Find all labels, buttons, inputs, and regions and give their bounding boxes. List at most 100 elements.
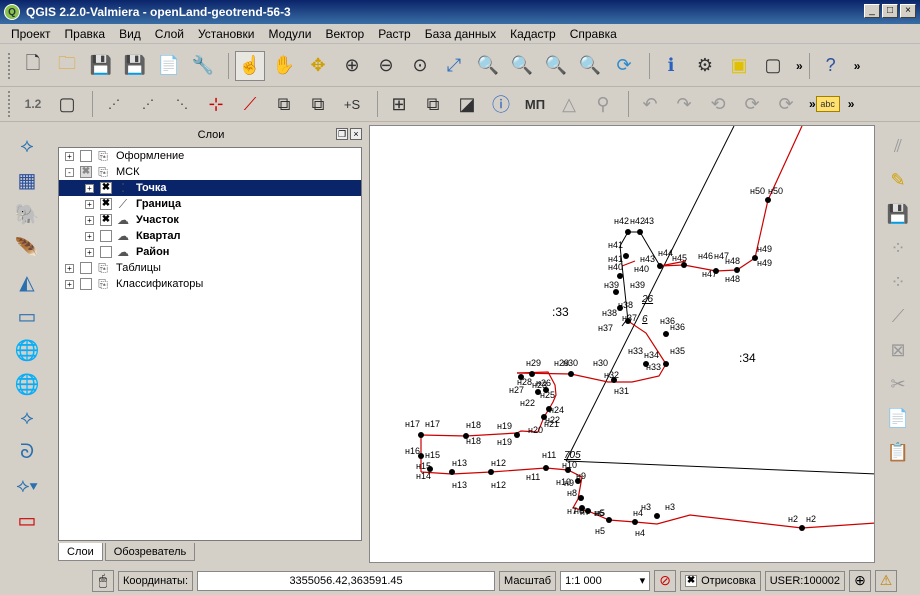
layer-visibility-checkbox[interactable]: [100, 246, 112, 258]
save-edits-icon[interactable]: 💾: [883, 199, 913, 229]
add-oracle-layer-icon[interactable]: ▭: [10, 301, 44, 331]
paste-features-icon[interactable]: 📋: [883, 437, 913, 467]
redo-icon[interactable]: ↷: [669, 89, 699, 119]
add-spatialite-layer-icon[interactable]: 🪶: [10, 233, 44, 263]
menu-plugins[interactable]: Модули: [261, 27, 318, 41]
coordinates-value[interactable]: 3355056.42,363591.45: [197, 570, 496, 591]
node-tool-right-icon[interactable]: ⟋: [883, 301, 913, 331]
layer-visibility-checkbox[interactable]: [80, 278, 92, 290]
move-feature-icon[interactable]: ⁘: [883, 267, 913, 297]
toolbar-grip-2[interactable]: [8, 91, 12, 117]
expand-toggle-icon[interactable]: -: [65, 167, 74, 177]
expand-toggle-icon[interactable]: +: [65, 151, 74, 161]
move-icon[interactable]: ⧉: [269, 89, 299, 119]
expand-toggle-icon[interactable]: +: [85, 215, 94, 225]
layer-visibility-checkbox[interactable]: ✖: [100, 182, 112, 194]
pan-map-icon[interactable]: ✋: [269, 51, 299, 81]
scale-lock-icon[interactable]: ⊘: [654, 569, 677, 592]
float-panel-icon[interactable]: ❐: [336, 128, 348, 140]
pan-to-selection-icon[interactable]: ✥: [303, 51, 333, 81]
label-abc-icon[interactable]: abc: [815, 96, 840, 112]
add-feature-icon[interactable]: ⁘: [883, 233, 913, 263]
mp-tool-icon[interactable]: МП: [520, 89, 550, 119]
layer-tree-item[interactable]: + ✖ ⟋ Граница: [59, 196, 361, 212]
renumber-points-icon[interactable]: ⋰: [133, 89, 163, 119]
maximize-button[interactable]: □: [882, 4, 898, 18]
zoom-out-icon[interactable]: ⊖: [371, 51, 401, 81]
render-checkbox[interactable]: ✖: [685, 574, 698, 587]
layer-visibility-checkbox[interactable]: ✖: [100, 214, 112, 226]
layer-visibility-checkbox[interactable]: [80, 262, 92, 274]
expand-toggle-icon[interactable]: +: [65, 263, 74, 273]
zoom-to-layer-icon[interactable]: 🔍: [507, 51, 537, 81]
expand-toggle-icon[interactable]: +: [85, 183, 94, 193]
digitize-icon[interactable]: ⫽: [883, 131, 913, 161]
expand-toggle-icon[interactable]: +: [85, 231, 94, 241]
menu-cadastre[interactable]: Кадастр: [503, 27, 563, 41]
messages-warning-icon[interactable]: ⚠: [875, 569, 898, 592]
layer-tree-item[interactable]: - ✖ ⎘ МСК: [59, 164, 361, 180]
split-icon[interactable]: ⧉: [418, 89, 448, 119]
toolbar2-more-icon[interactable]: »: [809, 97, 816, 111]
add-wfs-layer-icon[interactable]: ⟡: [10, 403, 44, 433]
scale-tool-icon[interactable]: 1.2: [18, 89, 48, 119]
menu-vector[interactable]: Вектор: [318, 27, 371, 41]
add-postgis-layer-icon[interactable]: 🐘: [10, 199, 44, 229]
add-line-icon[interactable]: ⟋: [235, 89, 265, 119]
layer-visibility-checkbox[interactable]: ✖: [80, 166, 92, 178]
menu-settings[interactable]: Установки: [191, 27, 261, 41]
remove-layer-icon[interactable]: ▭: [10, 505, 44, 535]
expand-toggle-icon[interactable]: +: [65, 279, 74, 289]
add-wcs-layer-icon[interactable]: 🌐: [10, 369, 44, 399]
menu-edit[interactable]: Правка: [58, 27, 113, 41]
zoom-native-icon[interactable]: ⊙: [405, 51, 435, 81]
zoom-last-icon[interactable]: 🔍: [541, 51, 571, 81]
layer-visibility-checkbox[interactable]: [80, 150, 92, 162]
menu-database[interactable]: База данных: [418, 27, 503, 41]
close-panel-icon[interactable]: ×: [350, 128, 362, 140]
filter-icon[interactable]: ⚲: [588, 89, 618, 119]
copy-icon[interactable]: ⧉: [303, 89, 333, 119]
number-points-icon[interactable]: ⋰: [99, 89, 129, 119]
add-ring-icon[interactable]: ⊞: [384, 89, 414, 119]
add-point-icon[interactable]: ⊹: [201, 89, 231, 119]
zoom-in-icon[interactable]: ⊕: [337, 51, 367, 81]
add-wms-layer-icon[interactable]: 🌐: [10, 335, 44, 365]
rotate-icon[interactable]: ⟲: [703, 89, 733, 119]
expand-toggle-icon[interactable]: +: [85, 199, 94, 209]
menu-view[interactable]: Вид: [112, 27, 148, 41]
menu-help[interactable]: Справка: [563, 27, 624, 41]
simplify-icon[interactable]: ⟳: [737, 89, 767, 119]
coordinate-mode-icon[interactable]: 🖱: [92, 569, 114, 592]
new-print-composer-icon[interactable]: 📄: [154, 51, 184, 81]
delete-selected-icon[interactable]: ⊠: [883, 335, 913, 365]
toolbar-more-icon[interactable]: »: [796, 59, 803, 73]
add-delimited-text-icon[interactable]: ᘐ: [10, 437, 44, 467]
layer-tree-item[interactable]: + ✖ ☁ Участок: [59, 212, 361, 228]
layer-tree-item[interactable]: + ⎘ Таблицы: [59, 260, 361, 276]
menu-layer[interactable]: Слой: [148, 27, 191, 41]
minimize-button[interactable]: _: [864, 4, 880, 18]
layer-tree-item[interactable]: + ✖ ⁚ Точка: [59, 180, 361, 196]
scale-combobox[interactable]: 1:1 000 ▾: [560, 570, 651, 591]
zoom-full-icon[interactable]: ⤢: [439, 51, 469, 81]
toolbar-grip[interactable]: [8, 52, 12, 79]
save-project-icon[interactable]: 💾: [86, 51, 116, 81]
crs-status-icon[interactable]: ⊕: [849, 569, 872, 592]
layer-tree-item[interactable]: + ⎘ Классификаторы: [59, 276, 361, 292]
node-tool-icon[interactable]: △: [554, 89, 584, 119]
info-icon[interactable]: ⓘ: [486, 89, 516, 119]
tab-layers[interactable]: Слои: [58, 543, 103, 561]
add-raster-layer-icon[interactable]: ▦: [10, 165, 44, 195]
frame-icon[interactable]: ▢: [52, 89, 82, 119]
new-shapefile-layer-icon[interactable]: ⟡▾: [10, 471, 44, 501]
save-as-icon[interactable]: 💾: [120, 51, 150, 81]
add-s-icon[interactable]: +S: [337, 89, 367, 119]
cut-icon[interactable]: ✂: [883, 369, 913, 399]
new-project-icon[interactable]: 🗋: [18, 51, 48, 81]
point-order-icon[interactable]: ⋱: [167, 89, 197, 119]
zoom-to-selection-icon[interactable]: 🔍: [473, 51, 503, 81]
expand-toggle-icon[interactable]: +: [85, 247, 94, 257]
layer-tree-item[interactable]: + ☁ Квартал: [59, 228, 361, 244]
toggle-editing-icon[interactable]: ✎: [883, 165, 913, 195]
